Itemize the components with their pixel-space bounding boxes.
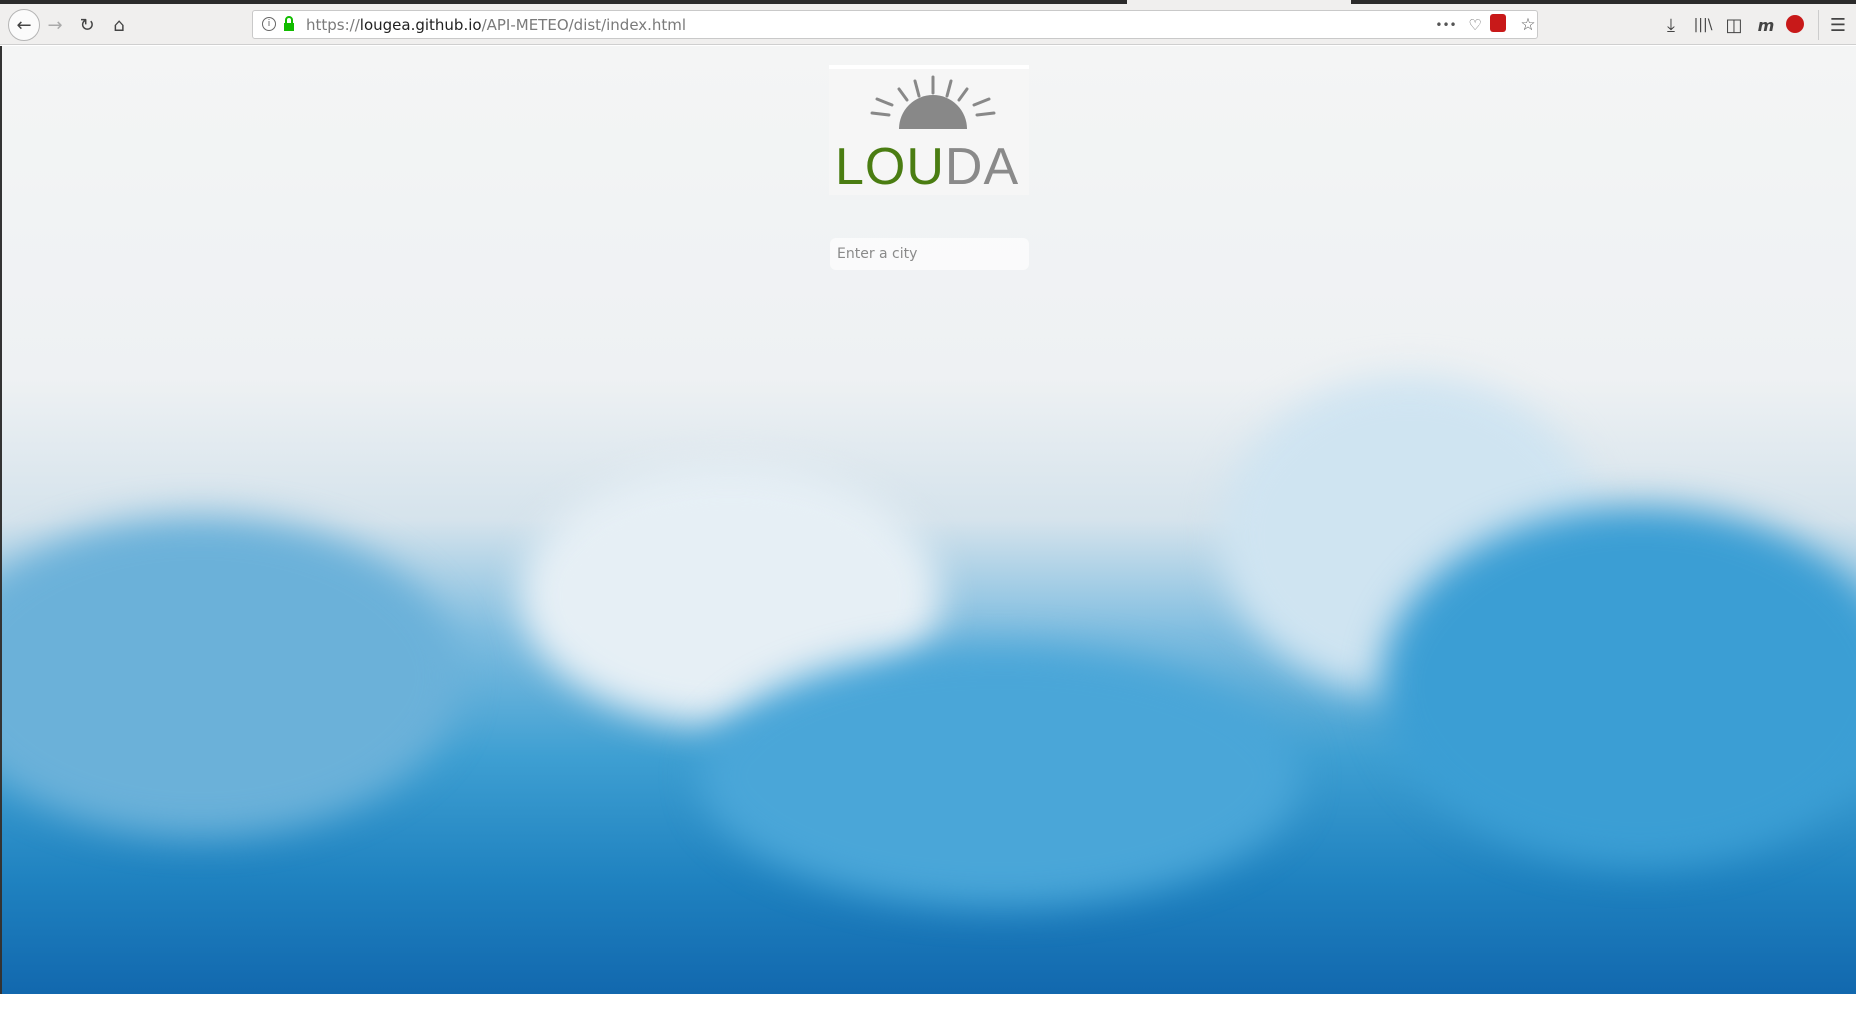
sun-icon bbox=[870, 75, 996, 129]
window-edge bbox=[0, 46, 2, 994]
forward-button[interactable]: → bbox=[42, 12, 68, 38]
url-text[interactable]: https://lougea.github.io/API-METEO/dist/… bbox=[306, 16, 686, 34]
cloud-shape bbox=[700, 646, 1300, 906]
url-domain: lougea.github.io bbox=[359, 16, 482, 34]
lock-icon bbox=[284, 16, 294, 31]
ruby-extension-icon[interactable] bbox=[1490, 14, 1506, 32]
back-button[interactable]: ← bbox=[8, 9, 40, 41]
back-arrow-icon: ← bbox=[16, 14, 32, 36]
toolbar-divider bbox=[1818, 10, 1819, 40]
louda-logo: LOUDA bbox=[829, 65, 1029, 197]
forward-arrow-icon: → bbox=[47, 14, 63, 36]
bookmark-star-icon[interactable]: ☆ bbox=[1515, 12, 1541, 38]
home-button[interactable]: ⌂ bbox=[106, 12, 132, 38]
sidebar-icon[interactable]: ◫ bbox=[1721, 12, 1747, 38]
reload-button[interactable]: ↻ bbox=[74, 12, 100, 38]
browser-toolbar: ← → ↻ ⌂ i https://lougea.github.io/API-M… bbox=[0, 4, 1856, 45]
url-bar[interactable]: i https://lougea.github.io/API-METEO/dis… bbox=[252, 10, 1538, 39]
city-search-input[interactable] bbox=[830, 238, 1029, 270]
logo-text-green: LOU bbox=[835, 138, 945, 196]
pocket-icon[interactable]: ♡ bbox=[1462, 12, 1488, 38]
reload-icon: ↻ bbox=[79, 14, 95, 36]
library-icon[interactable]: |||\ bbox=[1690, 12, 1716, 38]
shield-extension-icon[interactable] bbox=[1786, 15, 1804, 33]
url-scheme: https:// bbox=[306, 16, 360, 34]
menu-button[interactable]: ☰ bbox=[1825, 12, 1851, 38]
page-actions-button[interactable]: ••• bbox=[1433, 12, 1459, 38]
logo-text: LOUDA bbox=[835, 137, 1019, 197]
home-icon: ⌂ bbox=[113, 14, 125, 36]
url-path: /API-METEO/dist/index.html bbox=[481, 16, 687, 34]
logo-text-gray: DA bbox=[944, 138, 1020, 196]
info-icon[interactable]: i bbox=[262, 17, 276, 31]
m-extension-icon[interactable]: m bbox=[1753, 12, 1779, 38]
cloud-shape bbox=[0, 516, 460, 836]
downloads-icon[interactable]: ⤓ bbox=[1658, 12, 1684, 38]
hamburger-menu-icon: ☰ bbox=[1829, 14, 1847, 36]
